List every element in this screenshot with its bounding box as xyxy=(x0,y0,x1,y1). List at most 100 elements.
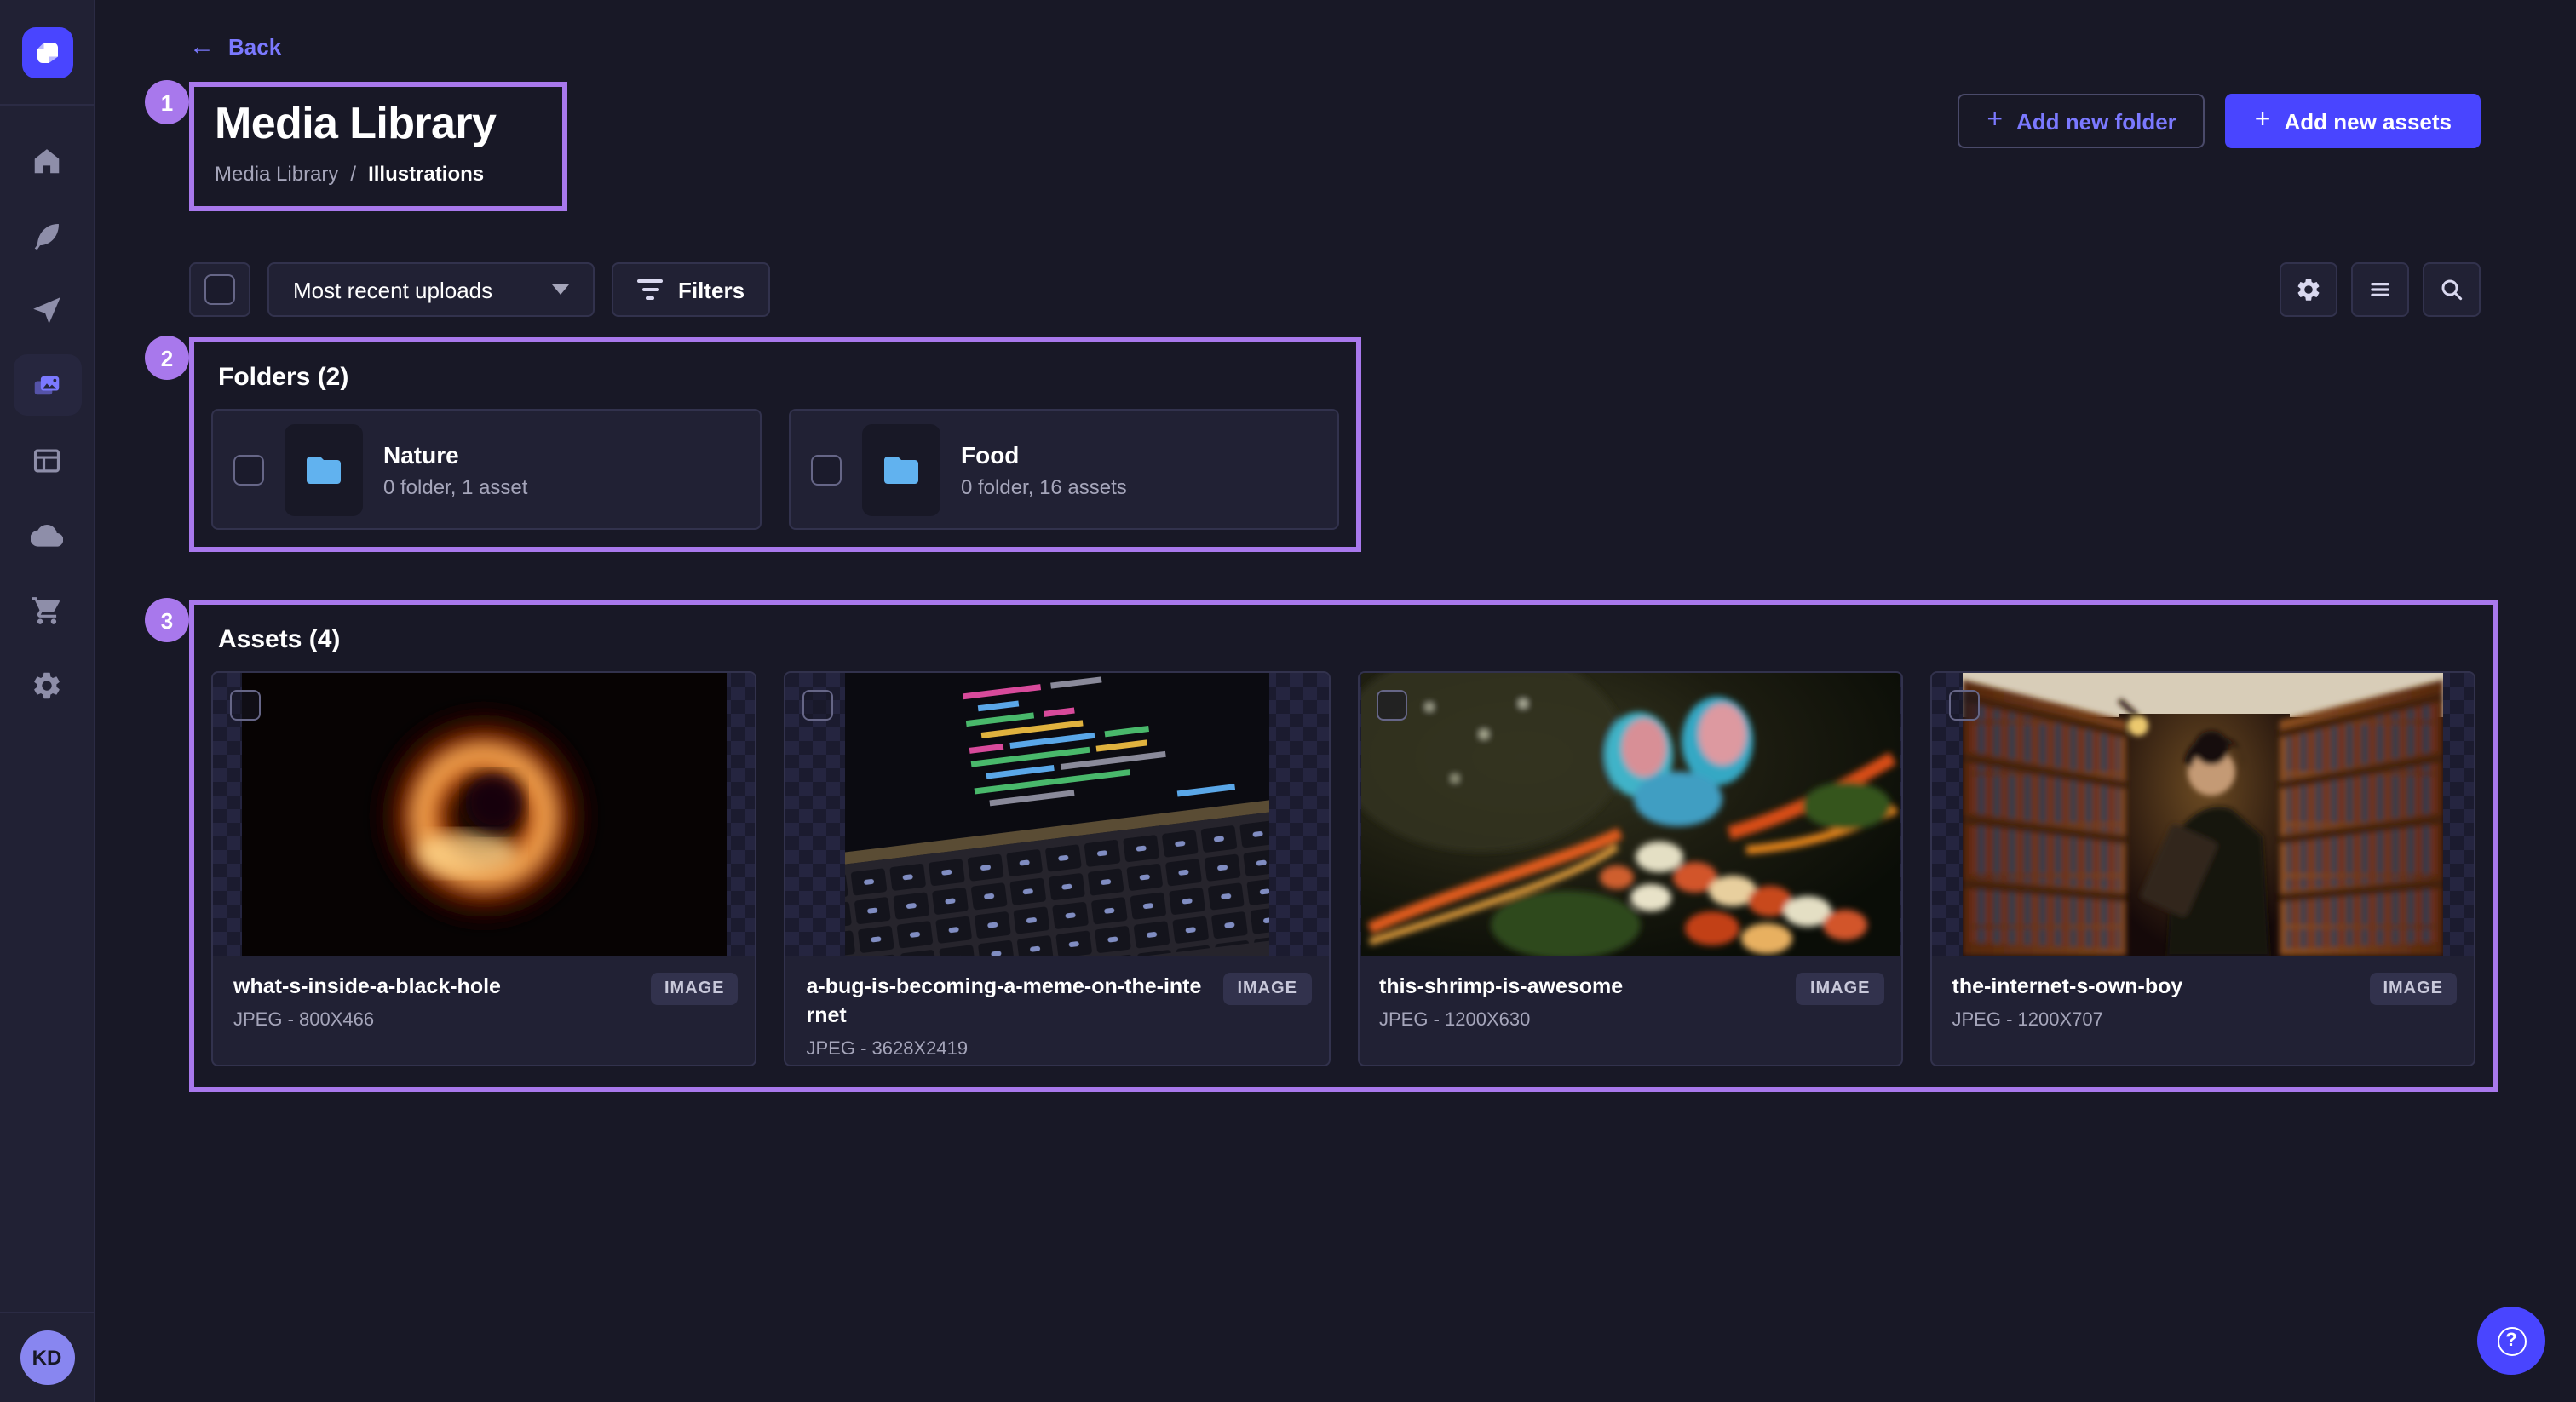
annotation-box-1: 1 Media Library Media Library / Illustra… xyxy=(189,82,567,211)
folder-checkbox[interactable] xyxy=(811,454,842,485)
library-portrait-image xyxy=(1963,673,2443,956)
folder-meta: 0 folder, 16 assets xyxy=(961,474,1127,498)
select-all-checkbox[interactable] xyxy=(204,274,235,305)
sidebar-item-content[interactable] xyxy=(13,198,81,273)
sidebar-item-settings[interactable] xyxy=(13,647,81,722)
folder-icon xyxy=(881,449,922,490)
annotation-badge-2: 2 xyxy=(145,336,189,380)
asset-card-black-hole[interactable]: what-s-inside-a-black-hole JPEG - 800X46… xyxy=(211,671,757,1066)
folder-name: Food xyxy=(961,440,1127,468)
folder-name: Nature xyxy=(383,440,527,468)
sidebar-item-releases[interactable] xyxy=(13,273,81,348)
sort-dropdown[interactable]: Most recent uploads xyxy=(267,262,595,317)
user-avatar[interactable]: KD xyxy=(20,1330,74,1385)
asset-meta: JPEG - 1200X630 xyxy=(1379,1010,1881,1031)
list-view-button[interactable] xyxy=(2351,262,2409,317)
filters-button[interactable]: Filters xyxy=(612,262,770,317)
layout-icon xyxy=(31,444,63,476)
annotation-box-2: 2 Folders (2) Nature 0 folder, 1 asset xyxy=(189,337,1361,552)
folder-card-food[interactable]: Food 0 folder, 16 assets xyxy=(789,409,1339,530)
folder-tile xyxy=(285,423,363,515)
sidebar-item-home[interactable] xyxy=(13,123,81,198)
back-link[interactable]: ← Back xyxy=(189,34,281,60)
asset-meta: JPEG - 1200X707 xyxy=(1952,1010,2454,1031)
sidebar-item-content-type-builder[interactable] xyxy=(13,422,81,497)
strapi-logo-glyph xyxy=(32,37,62,67)
asset-checkbox[interactable] xyxy=(1949,690,1980,721)
mantis-shrimp-image xyxy=(1360,673,1899,956)
asset-thumbnail xyxy=(213,673,756,956)
folder-icon xyxy=(303,449,344,490)
page-title: Media Library xyxy=(215,97,542,148)
folder-checkbox[interactable] xyxy=(233,454,264,485)
sidebar-item-media-library[interactable] xyxy=(13,354,81,416)
folder-card-nature[interactable]: Nature 0 folder, 1 asset xyxy=(211,409,762,530)
sidebar-item-marketplace[interactable] xyxy=(13,572,81,647)
asset-card-shrimp[interactable]: this-shrimp-is-awesome JPEG - 1200X630 I… xyxy=(1357,671,1903,1066)
asset-thumbnail xyxy=(786,673,1329,956)
filters-label: Filters xyxy=(678,277,745,302)
select-all-checkbox-button[interactable] xyxy=(189,262,250,317)
black-hole-image xyxy=(241,673,727,956)
asset-checkbox[interactable] xyxy=(230,690,261,721)
asset-meta: JPEG - 3628X2419 xyxy=(807,1039,1308,1060)
asset-info: what-s-inside-a-black-hole JPEG - 800X46… xyxy=(213,956,756,1065)
home-icon xyxy=(31,144,63,176)
folder-texts: Food 0 folder, 16 assets xyxy=(961,440,1127,498)
asset-meta: JPEG - 800X466 xyxy=(233,1010,735,1031)
folder-meta: 0 folder, 1 asset xyxy=(383,474,527,498)
send-icon xyxy=(31,294,63,326)
gear-icon xyxy=(31,669,63,701)
search-icon xyxy=(2438,276,2465,303)
add-new-assets-label: Add new assets xyxy=(2284,108,2452,134)
media-settings-button[interactable] xyxy=(2280,262,2337,317)
add-new-assets-button[interactable]: + Add new assets xyxy=(2226,94,2481,148)
back-arrow-icon: ← xyxy=(189,34,215,60)
breadcrumb-current: Illustrations xyxy=(368,162,484,186)
strapi-logo-icon xyxy=(21,26,72,78)
folders-section-title: Folders (2) xyxy=(218,363,1339,392)
sort-dropdown-value: Most recent uploads xyxy=(293,277,492,302)
assets-section-title: Assets (4) xyxy=(218,625,2475,654)
chevron-down-icon xyxy=(552,284,569,295)
back-label: Back xyxy=(228,34,281,60)
asset-checkbox[interactable] xyxy=(1376,690,1406,721)
asset-type-badge: IMAGE xyxy=(1797,973,1884,1005)
asset-thumbnail xyxy=(1359,673,1901,956)
folder-tile xyxy=(862,423,940,515)
search-button[interactable] xyxy=(2423,262,2481,317)
plus-icon: + xyxy=(2255,106,2271,134)
logo-container[interactable] xyxy=(0,0,94,106)
sidebar-item-deploy[interactable] xyxy=(13,497,81,572)
settings-icon xyxy=(2295,276,2322,303)
asset-card-library[interactable]: the-internet-s-own-boy JPEG - 1200X707 I… xyxy=(1930,671,2476,1066)
strapi-admin-page: KD ← Back 1 Media Library Media Library … xyxy=(0,0,2576,1402)
help-icon: ? xyxy=(2497,1326,2526,1355)
feather-icon xyxy=(31,219,63,251)
asset-info: the-internet-s-own-boy JPEG - 1200X707 I… xyxy=(1932,956,2475,1065)
asset-checkbox[interactable] xyxy=(803,690,834,721)
page-header: 1 Media Library Media Library / Illustra… xyxy=(189,82,2498,211)
asset-type-badge: IMAGE xyxy=(651,973,739,1005)
annotation-badge-3: 3 xyxy=(145,598,189,642)
annotation-badge-1: 1 xyxy=(145,80,189,124)
header-actions: + Add new folder + Add new assets xyxy=(1958,94,2481,148)
asset-info: a-bug-is-becoming-a-meme-on-the-internet… xyxy=(786,956,1329,1066)
asset-card-laptop-code[interactable]: a-bug-is-becoming-a-meme-on-the-internet… xyxy=(785,671,1331,1066)
asset-type-badge: IMAGE xyxy=(1223,973,1311,1005)
breadcrumb-parent[interactable]: Media Library xyxy=(215,162,338,186)
add-new-folder-button[interactable]: + Add new folder xyxy=(1958,94,2205,148)
view-options xyxy=(2280,262,2481,317)
help-button[interactable]: ? xyxy=(2477,1307,2545,1375)
media-library-icon xyxy=(31,369,63,401)
asset-thumbnail xyxy=(1932,673,2475,956)
breadcrumb: Media Library / Illustrations xyxy=(215,162,542,186)
toolbar: Most recent uploads Filters xyxy=(189,262,2498,317)
sidebar-footer: KD xyxy=(0,1312,94,1402)
breadcrumb-separator: / xyxy=(350,162,356,186)
plus-icon: + xyxy=(1987,106,2003,134)
add-new-folder-label: Add new folder xyxy=(2016,108,2176,134)
main-content: ← Back 1 Media Library Media Library / I… xyxy=(95,0,2576,1402)
laptop-code-image xyxy=(845,673,1269,956)
sidebar: KD xyxy=(0,0,95,1402)
